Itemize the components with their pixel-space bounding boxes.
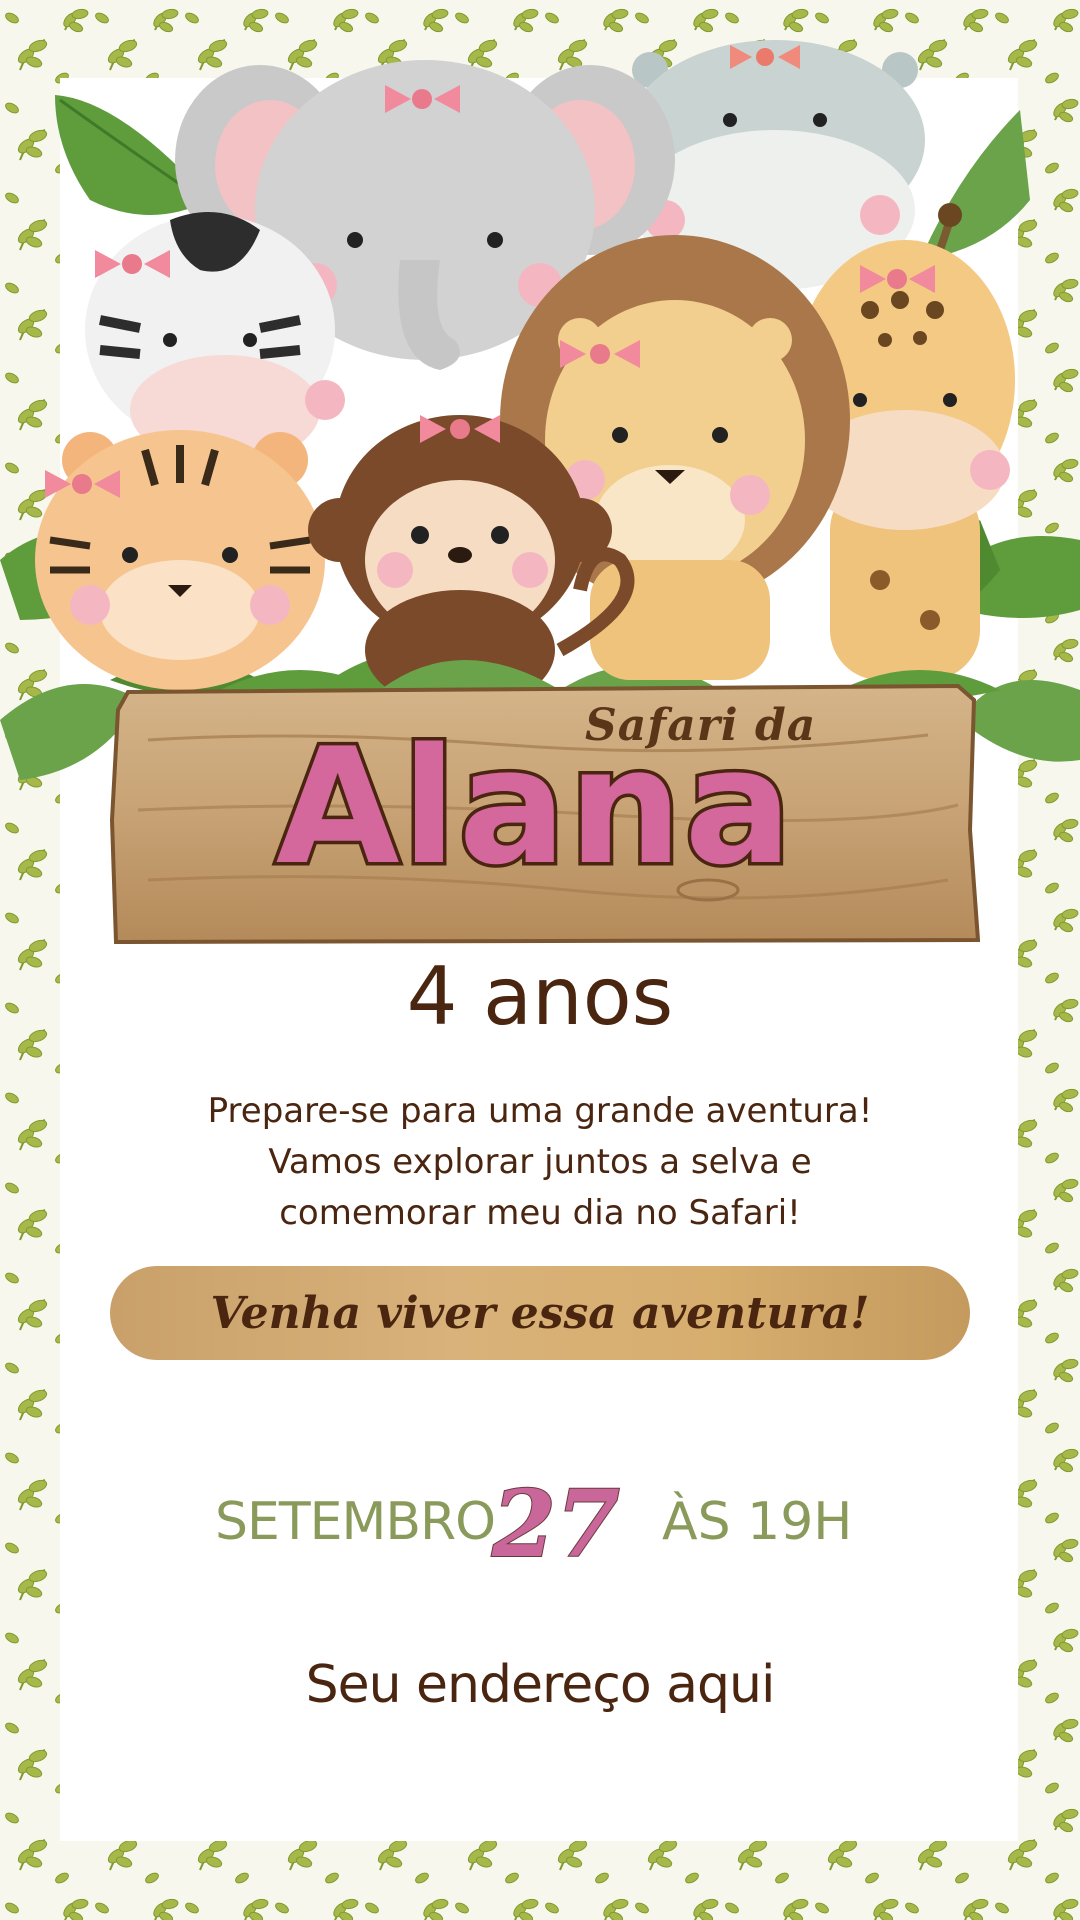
adventure-banner: Venha viver essa aventura! <box>110 1266 970 1360</box>
event-address: Seu endereço aqui <box>305 1655 776 1715</box>
event-day: 27 <box>491 1469 621 1579</box>
event-date-row: SETEMBRO 27 ÀS 19H <box>0 1469 1080 1590</box>
age-label: 4 anos <box>406 950 674 1043</box>
message-line: Vamos explorar juntos a selva e <box>268 1142 812 1182</box>
banner-text: Venha viver essa aventura! <box>210 1287 870 1339</box>
message-line: Prepare-se para uma grande aventura! <box>207 1091 873 1131</box>
event-time: ÀS 19H <box>662 1492 853 1552</box>
tiger-icon <box>35 430 325 690</box>
celebrant-name: Alana <box>272 713 796 900</box>
event-month: SETEMBRO <box>215 1492 496 1552</box>
invitation-message: Prepare-se para uma grande aventura! Vam… <box>0 1086 1080 1239</box>
message-line: comemorar meu dia no Safari! <box>279 1193 801 1233</box>
